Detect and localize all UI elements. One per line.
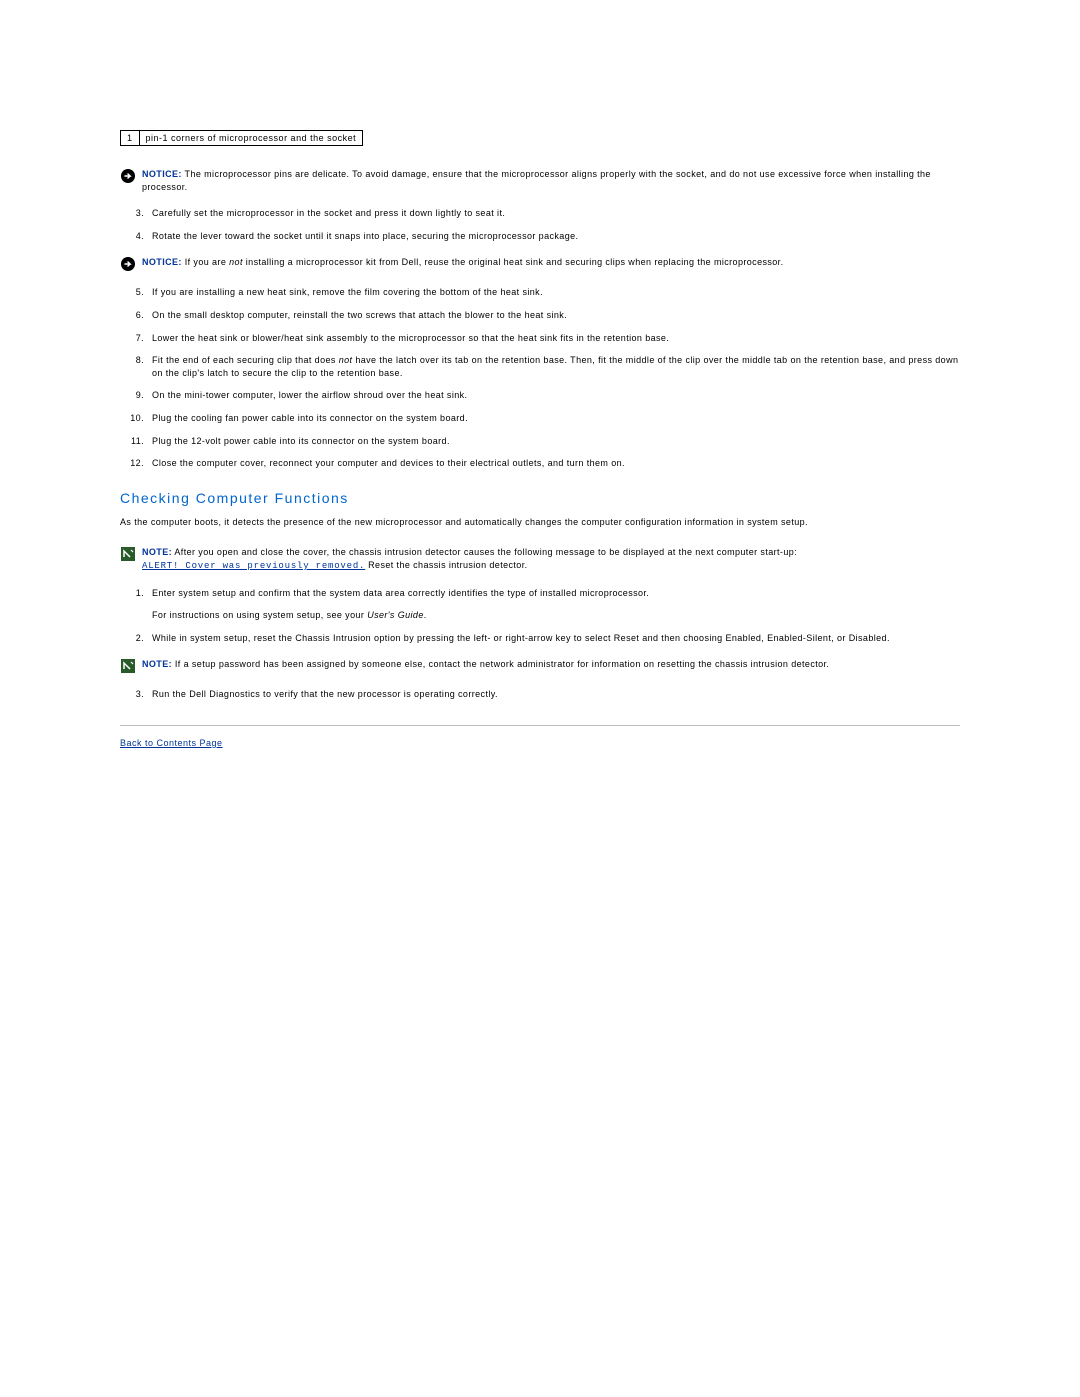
note-1: NOTE: After you open and close the cover… — [120, 546, 960, 572]
notice-icon — [120, 256, 136, 272]
step-text: Enter system setup and confirm that the … — [152, 587, 960, 600]
step-item: 8. Fit the end of each securing clip that… — [120, 354, 960, 379]
step-text: On the mini-tower computer, lower the ai… — [152, 389, 960, 402]
step-num: 11. — [120, 435, 144, 448]
notice-2-post: installing a microprocessor kit from Del… — [243, 257, 784, 267]
step-text: Fit the end of each securing clip that d… — [152, 354, 960, 379]
step-num: 12. — [120, 457, 144, 470]
step-italic: not — [339, 355, 353, 365]
subtext-1: For instructions on using system setup, … — [152, 609, 960, 622]
subtext-italic: User's Guide — [367, 610, 424, 620]
step-num: 8. — [120, 354, 144, 367]
note-label: NOTE: — [142, 547, 172, 557]
step-num: 6. — [120, 309, 144, 322]
step-text: While in system setup, reset the Chassis… — [152, 632, 960, 645]
steps-group-c: 1. Enter system setup and confirm that th… — [120, 587, 960, 600]
step-num: 1. — [120, 587, 144, 600]
notice-1-body: The microprocessor pins are delicate. To… — [142, 169, 931, 192]
steps-group-d: 2. While in system setup, reset the Chass… — [120, 632, 960, 645]
step-text: Plug the cooling fan power cable into it… — [152, 412, 960, 425]
subtext-post: . — [424, 610, 427, 620]
note-1-pre: After you open and close the cover, the … — [172, 547, 797, 557]
note-icon — [120, 658, 136, 674]
notice-2-text: NOTICE: If you are not installing a micr… — [142, 256, 960, 269]
note-2-body: If a setup password has been assigned by… — [172, 659, 829, 669]
step-item: 9. On the mini-tower computer, lower the … — [120, 389, 960, 402]
step-pre: Fit the end of each securing clip that d… — [152, 355, 339, 365]
step-item: 2. While in system setup, reset the Chass… — [120, 632, 960, 645]
notice-label: NOTICE: — [142, 257, 182, 267]
note-2: NOTE: If a setup password has been assig… — [120, 658, 960, 674]
notice-1: NOTICE: The microprocessor pins are deli… — [120, 168, 960, 193]
subtext-pre: For instructions on using system setup, … — [152, 610, 367, 620]
step-num: 4. — [120, 230, 144, 243]
note-1-alert: ALERT! Cover was previously removed. — [142, 561, 365, 571]
note-2-text: NOTE: If a setup password has been assig… — [142, 658, 960, 671]
step-num: 7. — [120, 332, 144, 345]
step-item: 7. Lower the heat sink or blower/heat sin… — [120, 332, 960, 345]
back-to-contents-link[interactable]: Back to Contents Page — [120, 738, 223, 748]
notice-2: NOTICE: If you are not installing a micr… — [120, 256, 960, 272]
step-item: 4. Rotate the lever toward the socket unt… — [120, 230, 960, 243]
callout-table: 1 pin-1 corners of microprocessor and th… — [120, 130, 363, 146]
step-num: 9. — [120, 389, 144, 402]
section-heading: Checking Computer Functions — [120, 490, 960, 506]
note-1-post: Reset the chassis intrusion detector. — [365, 560, 527, 570]
step-item: 1. Enter system setup and confirm that th… — [120, 587, 960, 600]
step-num: 2. — [120, 632, 144, 645]
callout-num: 1 — [121, 131, 140, 146]
step-num: 10. — [120, 412, 144, 425]
steps-group-e: 3. Run the Dell Diagnostics to verify tha… — [120, 688, 960, 701]
step-text: Lower the heat sink or blower/heat sink … — [152, 332, 960, 345]
note-1-text: NOTE: After you open and close the cover… — [142, 546, 960, 572]
step-num: 5. — [120, 286, 144, 299]
note-icon — [120, 546, 136, 562]
step-item: 3. Carefully set the microprocessor in th… — [120, 207, 960, 220]
steps-group-a: 3. Carefully set the microprocessor in th… — [120, 207, 960, 242]
body-paragraph: As the computer boots, it detects the pr… — [120, 516, 960, 529]
step-text: Run the Dell Diagnostics to verify that … — [152, 688, 960, 701]
separator — [120, 725, 960, 726]
document-page: 1 pin-1 corners of microprocessor and th… — [0, 0, 1080, 768]
step-item: 3. Run the Dell Diagnostics to verify tha… — [120, 688, 960, 701]
step-text: If you are installing a new heat sink, r… — [152, 286, 960, 299]
step-item: 12. Close the computer cover, reconnect y… — [120, 457, 960, 470]
note-label: NOTE: — [142, 659, 172, 669]
notice-2-pre: If you are — [182, 257, 229, 267]
notice-icon — [120, 168, 136, 184]
notice-2-italic: not — [229, 257, 243, 267]
step-text: Carefully set the microprocessor in the … — [152, 207, 960, 220]
step-text: Plug the 12-volt power cable into its co… — [152, 435, 960, 448]
notice-1-text: NOTICE: The microprocessor pins are deli… — [142, 168, 960, 193]
step-item: 5. If you are installing a new heat sink,… — [120, 286, 960, 299]
steps-group-b: 5. If you are installing a new heat sink,… — [120, 286, 960, 469]
step-item: 6. On the small desktop computer, reinsta… — [120, 309, 960, 322]
step-num: 3. — [120, 688, 144, 701]
callout-text: pin-1 corners of microprocessor and the … — [139, 131, 363, 146]
step-item: 11. Plug the 12-volt power cable into its… — [120, 435, 960, 448]
step-text: On the small desktop computer, reinstall… — [152, 309, 960, 322]
step-item: 10. Plug the cooling fan power cable into… — [120, 412, 960, 425]
step-text: Close the computer cover, reconnect your… — [152, 457, 960, 470]
step-text: Rotate the lever toward the socket until… — [152, 230, 960, 243]
notice-label: NOTICE: — [142, 169, 182, 179]
step-num: 3. — [120, 207, 144, 220]
